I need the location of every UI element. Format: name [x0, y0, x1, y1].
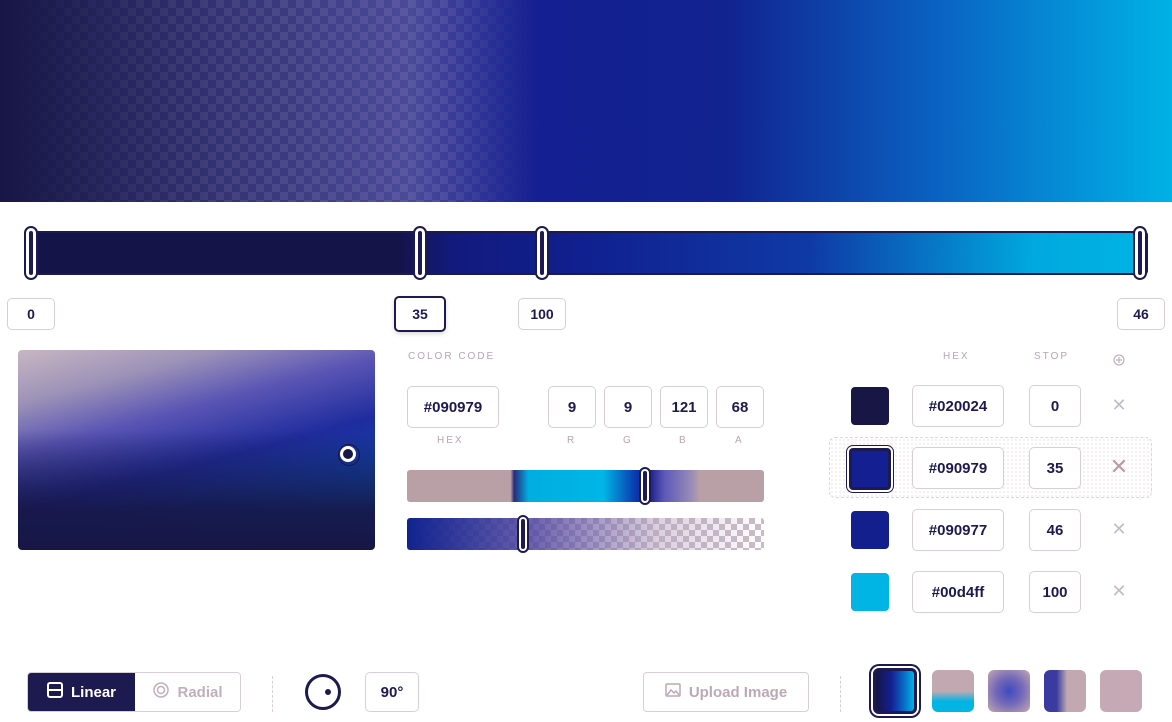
stop-hex-100[interactable]: #00d4ff	[912, 571, 1004, 613]
saturation-picker[interactable]	[18, 350, 375, 550]
linear-label: Linear	[70, 683, 116, 701]
a-caption: A	[735, 435, 744, 446]
picker-cursor[interactable]	[338, 444, 360, 466]
b-caption: B	[679, 435, 688, 446]
preset-2[interactable]	[932, 670, 974, 712]
delete-stop-icon-35[interactable]: ✕	[1108, 457, 1130, 479]
stop-hex-0[interactable]: #020024	[912, 385, 1004, 427]
g-caption: G	[623, 435, 633, 446]
preset-3[interactable]	[988, 670, 1030, 712]
angle-input[interactable]: 90°	[365, 672, 419, 712]
hue-slider-handle[interactable]	[639, 467, 651, 505]
preset-1[interactable]	[873, 668, 917, 714]
preset-5[interactable]	[1100, 670, 1142, 712]
upload-label: Upload Image	[688, 683, 788, 701]
hex-caption: HEX	[437, 435, 464, 446]
gradient-track[interactable]	[26, 231, 1148, 275]
delete-stop-icon-100[interactable]: ✕	[1110, 583, 1128, 601]
stop-position-100[interactable]: 100	[1029, 571, 1081, 613]
stop-position-0[interactable]: 0	[1029, 385, 1081, 427]
alpha-slider-handle[interactable]	[517, 515, 529, 553]
stop-swatch-46[interactable]	[851, 511, 889, 549]
b-input[interactable]: 121	[660, 386, 708, 428]
angle-dial[interactable]	[305, 674, 341, 710]
gradient-preview	[0, 0, 1172, 202]
stop-hex-35[interactable]: #090979	[912, 447, 1004, 489]
radial-icon	[153, 682, 170, 702]
radial-label: Radial	[177, 683, 223, 701]
stop-label-35[interactable]: 35	[394, 296, 446, 332]
stop-handle-100[interactable]	[535, 226, 549, 280]
stop-label-0[interactable]: 0	[7, 298, 55, 330]
hex-input[interactable]: #090979	[407, 386, 499, 428]
delete-stop-icon-0[interactable]: ✕	[1110, 397, 1128, 415]
delete-stop-icon-46[interactable]: ✕	[1110, 521, 1128, 539]
hue-slider[interactable]	[407, 470, 764, 502]
stops-header-hex: HEX	[943, 351, 970, 362]
stop-swatch-100[interactable]	[851, 573, 889, 611]
stop-handle-0[interactable]	[24, 226, 38, 280]
g-input[interactable]: 9	[604, 386, 652, 428]
toolbar-divider	[272, 676, 273, 712]
stop-position-46[interactable]: 46	[1029, 509, 1081, 551]
stop-swatch-0[interactable]	[851, 387, 889, 425]
stop-handle-46[interactable]	[1133, 226, 1147, 280]
linear-icon	[46, 682, 63, 702]
toolbar-divider-2	[840, 676, 841, 712]
stops-header-stop: STOP	[1034, 351, 1070, 362]
upload-image-button[interactable]: Upload Image	[643, 672, 809, 712]
stop-position-35[interactable]: 35	[1029, 447, 1081, 489]
stop-label-46[interactable]: 46	[1117, 298, 1165, 330]
preset-4[interactable]	[1044, 670, 1086, 712]
r-input[interactable]: 9	[548, 386, 596, 428]
linear-button[interactable]: Linear	[28, 673, 135, 711]
add-stop-icon[interactable]	[1113, 351, 1125, 366]
stop-swatch-35[interactable]	[849, 448, 891, 490]
a-input[interactable]: 68	[716, 386, 764, 428]
r-caption: R	[567, 435, 577, 446]
gradient-type-toggle: Linear Radial	[27, 672, 241, 712]
stop-hex-46[interactable]: #090977	[912, 509, 1004, 551]
alpha-slider[interactable]	[407, 518, 764, 550]
image-icon	[665, 682, 681, 702]
radial-button[interactable]: Radial	[135, 673, 240, 711]
color-code-caption: COLOR CODE	[408, 351, 496, 362]
stop-handle-35[interactable]	[413, 226, 427, 280]
stop-label-100[interactable]: 100	[518, 298, 566, 330]
